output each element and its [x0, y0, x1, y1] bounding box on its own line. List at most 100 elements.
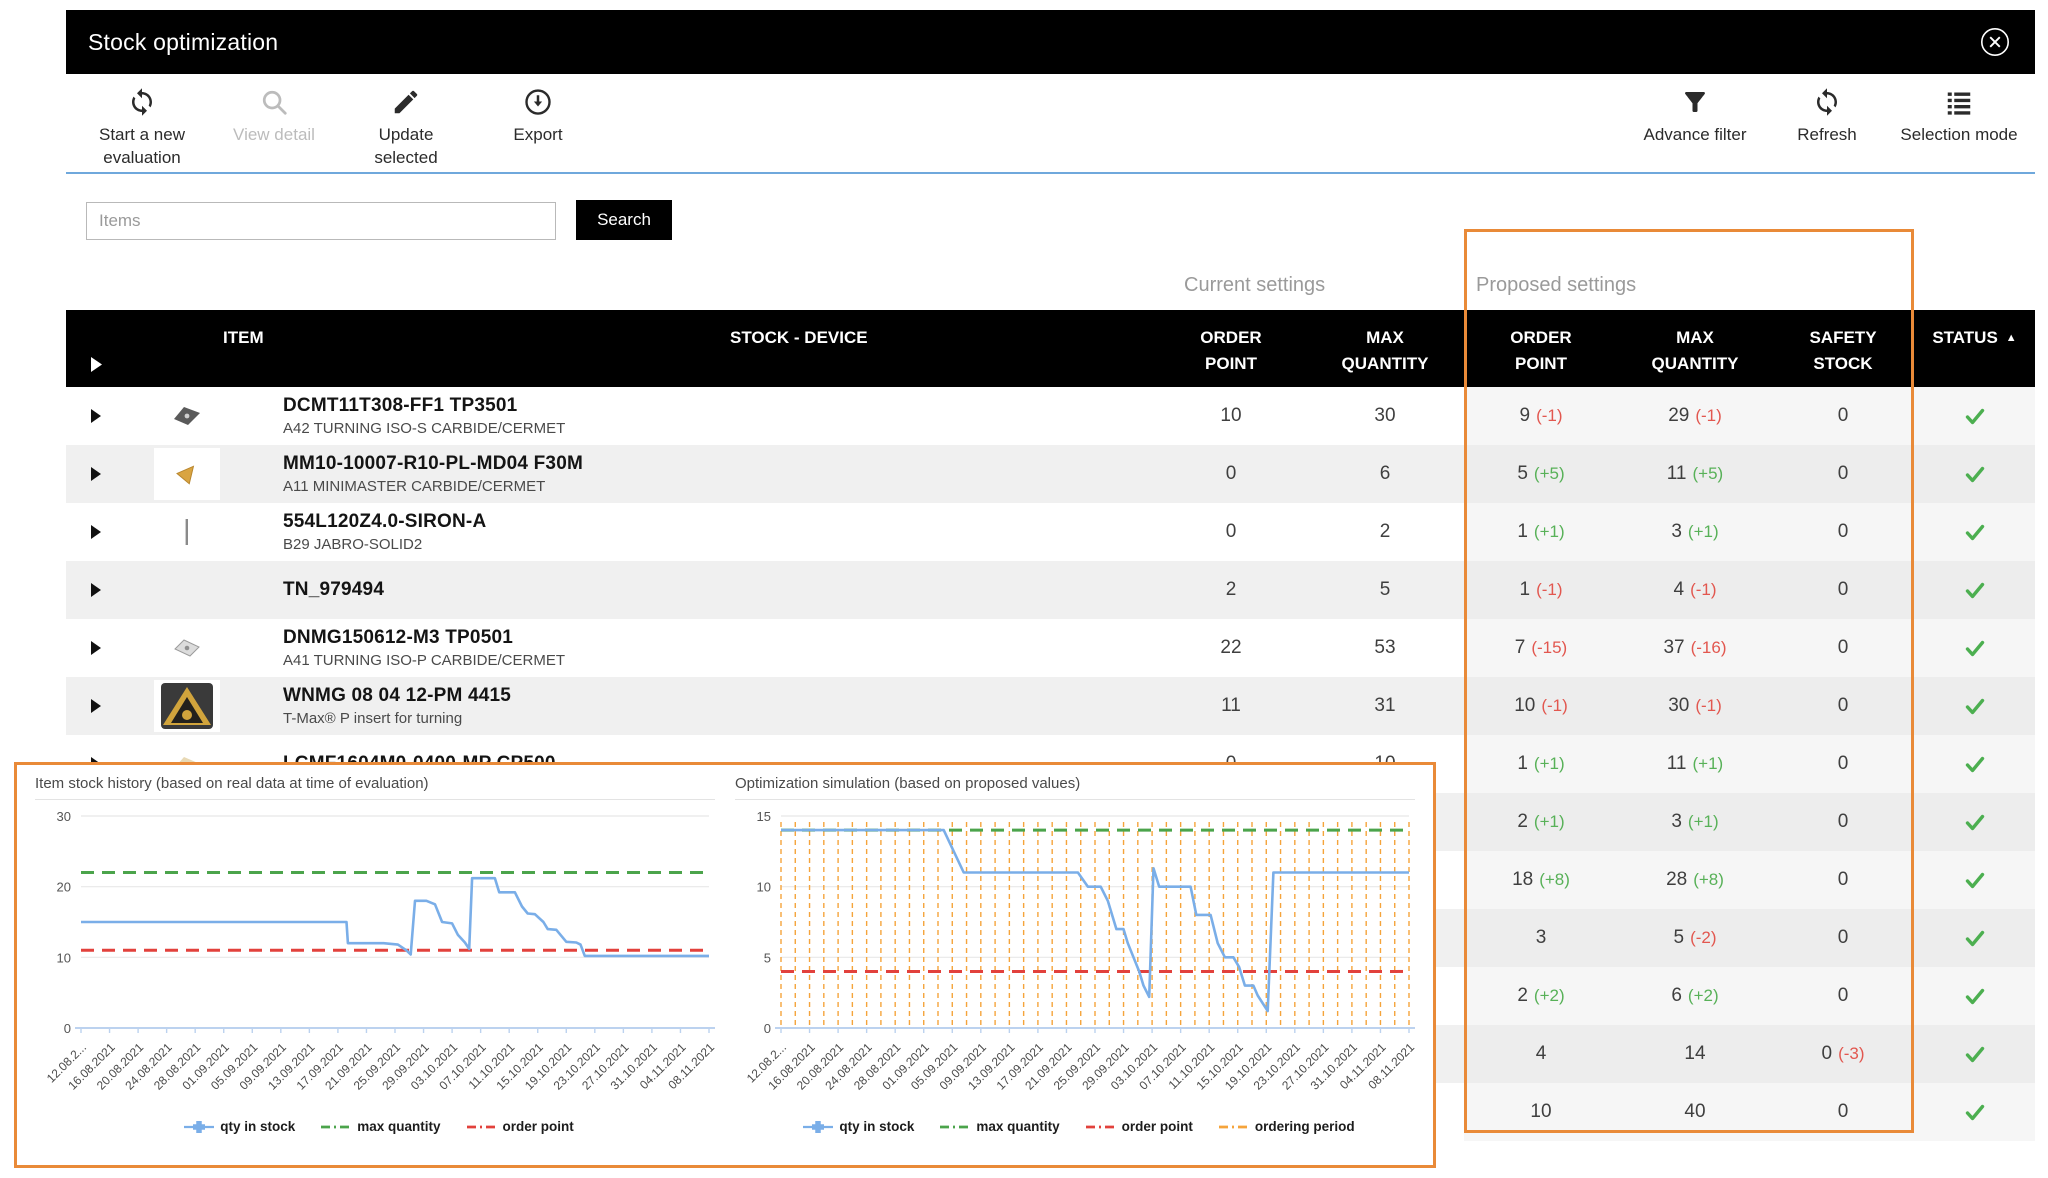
- svg-text:0: 0: [64, 1021, 71, 1036]
- svg-text:0: 0: [764, 1021, 771, 1036]
- legend-item: ordering period: [1219, 1119, 1355, 1134]
- status-check-icon: [1965, 408, 1985, 425]
- export-button[interactable]: Export: [472, 74, 604, 147]
- delta-value: (+5): [1534, 464, 1565, 484]
- row-expander[interactable]: [66, 677, 128, 735]
- item-cell: WNMG 08 04 12-PM 4415T-Max® P insert for…: [246, 677, 706, 735]
- value: 2: [1226, 579, 1237, 601]
- legend-label: ordering period: [1255, 1119, 1355, 1134]
- toolbar-label: Start a new evaluation: [81, 124, 203, 170]
- cell-proposed-max-quantity: 11(+5): [1618, 445, 1772, 503]
- cell-proposed-order-point: 5(+5): [1464, 445, 1618, 503]
- expand-all-icon[interactable]: [90, 356, 103, 373]
- advance-filter-button[interactable]: Advance filter: [1629, 74, 1761, 147]
- column-header-status[interactable]: STATUS▲: [1914, 310, 2035, 387]
- legend-label: max quantity: [357, 1119, 440, 1134]
- value: 0: [1838, 1101, 1849, 1123]
- magnifier-icon: [259, 87, 289, 117]
- row-expander[interactable]: [66, 619, 128, 677]
- cell-proposed-order-point: 1(+1): [1464, 503, 1618, 561]
- item-thumbnail: [154, 506, 220, 558]
- item-thumbnail-cell: [128, 445, 246, 503]
- value: 4: [1536, 1043, 1547, 1065]
- column-header-safety-stock[interactable]: SAFETY STOCK: [1772, 310, 1914, 387]
- row-expander[interactable]: [66, 503, 128, 561]
- cell-safety-stock: 0: [1772, 967, 1914, 1025]
- column-header-proposed-max-quantity[interactable]: MAX QUANTITY: [1618, 310, 1772, 387]
- cell-proposed-max-quantity: 4(-1): [1618, 561, 1772, 619]
- value: 3: [1671, 811, 1682, 833]
- status-check-icon: [1965, 698, 1985, 715]
- toolbar-label: Update selected: [345, 124, 467, 170]
- value: 3: [1671, 521, 1682, 543]
- status-cell: [1914, 851, 2035, 909]
- value: 1: [1517, 753, 1528, 775]
- row-expander[interactable]: [66, 445, 128, 503]
- refresh-button[interactable]: Refresh: [1761, 74, 1893, 147]
- cell-current-max-quantity: 6: [1306, 445, 1464, 503]
- cell-current-max-quantity: 31: [1306, 677, 1464, 735]
- row-expander[interactable]: [66, 387, 128, 445]
- value: 0: [1838, 985, 1849, 1007]
- delta-value: (-16): [1691, 638, 1727, 658]
- legend-label: qty in stock: [839, 1119, 914, 1134]
- cell-current-max-quantity: 30: [1306, 387, 1464, 445]
- cell-proposed-order-point: 4: [1464, 1025, 1618, 1083]
- chart-title-divider: [735, 799, 1415, 800]
- row-expander[interactable]: [66, 561, 128, 619]
- cell-current-order-point: 10: [1156, 387, 1306, 445]
- value: 28: [1666, 869, 1687, 891]
- row-expander-icon: [90, 698, 102, 714]
- column-header-proposed-order-point[interactable]: ORDER POINT: [1464, 310, 1618, 387]
- search-button[interactable]: Search: [576, 200, 672, 240]
- table-row: DCMT11T308-FF1 TP3501A42 TURNING ISO-S C…: [66, 387, 2035, 445]
- item-thumbnail-cell: [128, 677, 246, 735]
- cell-proposed-order-point: 2(+2): [1464, 967, 1618, 1025]
- row-expander-icon: [90, 640, 102, 656]
- column-header-current-max-quantity[interactable]: MAX QUANTITY: [1306, 310, 1464, 387]
- value: 37: [1663, 637, 1684, 659]
- current-settings-label: Current settings: [1184, 274, 1325, 297]
- value: 0: [1838, 637, 1849, 659]
- update-selected-button[interactable]: Update selected: [340, 74, 472, 170]
- cell-current-order-point: 2: [1156, 561, 1306, 619]
- selection-mode-button[interactable]: Selection mode: [1893, 74, 2025, 147]
- value: 0: [1838, 463, 1849, 485]
- toolbar-label: Export: [513, 124, 562, 147]
- item-name: 554L120Z4.0-SIRON-A: [283, 511, 486, 533]
- item-description: T-Max® P insert for turning: [283, 710, 462, 727]
- delta-value: (+1): [1693, 754, 1724, 774]
- filter-icon: [1680, 87, 1710, 117]
- value: 10: [1530, 1101, 1551, 1123]
- chart-title: Optimization simulation (based on propos…: [735, 775, 1423, 795]
- legend-item: max quantity: [321, 1119, 440, 1134]
- value: 40: [1684, 1101, 1705, 1123]
- cell-proposed-order-point: 10(-1): [1464, 677, 1618, 735]
- cell-safety-stock: 0: [1772, 445, 1914, 503]
- item-cell: DCMT11T308-FF1 TP3501A42 TURNING ISO-S C…: [246, 387, 706, 445]
- status-check-icon: [1965, 988, 1985, 1005]
- search-input[interactable]: [86, 202, 556, 240]
- value: 0: [1226, 521, 1237, 543]
- cell-proposed-max-quantity: 11(+1): [1618, 735, 1772, 793]
- status-cell: [1914, 619, 2035, 677]
- column-header-item[interactable]: ITEM: [128, 310, 706, 387]
- status-cell: [1914, 677, 2035, 735]
- cell-safety-stock: 0: [1772, 561, 1914, 619]
- column-header-current-order-point[interactable]: ORDER POINT: [1156, 310, 1306, 387]
- view-detail-button[interactable]: View detail: [208, 74, 340, 147]
- column-header-stock-device[interactable]: STOCK - DEVICE: [706, 310, 1156, 387]
- item-description: B29 JABRO-SOLID2: [283, 536, 422, 553]
- item-stock-history-plot: 010203012.08.2...16.08.202120.08.202124.…: [35, 802, 723, 1118]
- value: 22: [1220, 637, 1241, 659]
- value: 0: [1838, 927, 1849, 949]
- value: 14: [1684, 1043, 1705, 1065]
- legend-label: qty in stock: [220, 1119, 295, 1134]
- legend-line-marker: [803, 1120, 833, 1134]
- stock-device-cell: [706, 561, 1156, 619]
- start-new-evaluation-button[interactable]: Start a new evaluation: [76, 74, 208, 170]
- item-name: TN_979494: [283, 579, 384, 601]
- cell-current-order-point: 11: [1156, 677, 1306, 735]
- status-cell: [1914, 967, 2035, 1025]
- close-button[interactable]: [1977, 24, 2013, 60]
